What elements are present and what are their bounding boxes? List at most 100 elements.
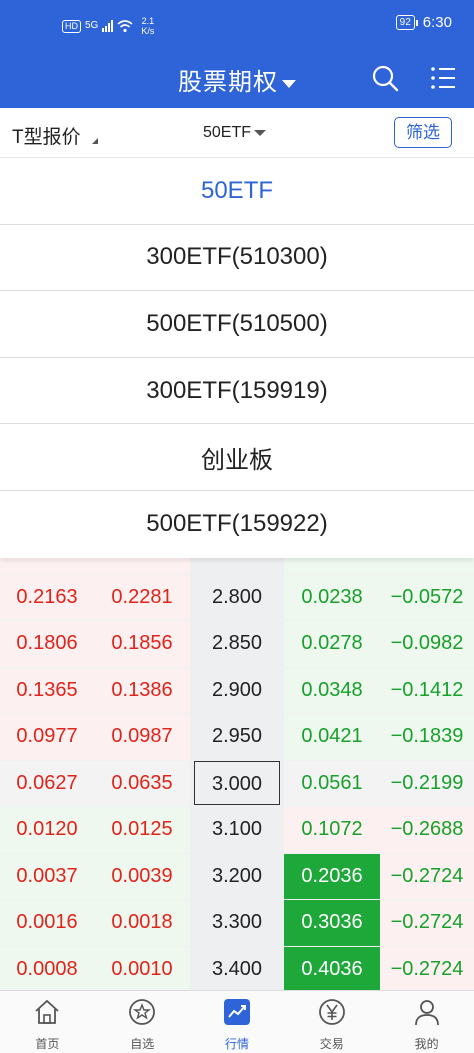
- chart-icon: [222, 997, 252, 1032]
- table-row[interactable]: 0.1806 0.1856 2.850 0.0278 −0.0982: [0, 620, 474, 667]
- call-ask-cell[interactable]: 0.1386: [94, 667, 190, 713]
- strike-cell-value: 3.100: [211, 818, 263, 841]
- battery-icon: 92: [395, 15, 418, 30]
- put-bid-cell-value: 0.0561: [301, 771, 363, 794]
- put-bid-cell-value: 0.0348: [301, 678, 363, 701]
- dropdown-item[interactable]: 创业板: [0, 424, 474, 491]
- put-bid-cell-value: 0.1072: [301, 818, 363, 841]
- put-ask-cell-value: −0.1839: [390, 725, 464, 748]
- put-ask-cell[interactable]: −0.2199: [380, 760, 474, 806]
- put-ask-cell[interactable]: −0.2724: [380, 900, 474, 946]
- underlying-selected: 50ETF: [203, 124, 252, 141]
- nav-item-user[interactable]: 我的: [379, 991, 474, 1053]
- nav-item-chart[interactable]: 行情: [190, 991, 285, 1053]
- strike-cell[interactable]: 3.200: [190, 853, 284, 899]
- call-bid-cell[interactable]: 0.1365: [0, 667, 94, 713]
- strike-cell-value: 2.850: [211, 632, 263, 655]
- table-row[interactable]: 0.0008 0.0010 3.400 0.4036 −0.2724: [0, 945, 474, 990]
- call-bid-cell[interactable]: 0.0977: [0, 714, 94, 760]
- dropdown-item[interactable]: 300ETF(510300): [0, 225, 474, 292]
- call-ask-cell[interactable]: 0.2281: [94, 574, 190, 620]
- strike-cell-value: 2.950: [211, 725, 263, 748]
- table-row[interactable]: 0.2163 0.2281 2.800 0.0238 −0.0572: [0, 573, 474, 620]
- call-ask-cell[interactable]: 0.1856: [94, 621, 190, 667]
- put-ask-cell[interactable]: −0.0982: [380, 621, 474, 667]
- call-ask-cell[interactable]: 0.0987: [94, 714, 190, 760]
- put-bid-cell[interactable]: 0.4036: [284, 946, 380, 990]
- call-bid-cell[interactable]: 0.2163: [0, 574, 94, 620]
- corner-triangle-icon: [92, 138, 98, 144]
- filter-button[interactable]: 筛选: [394, 117, 452, 148]
- page-title-dropdown[interactable]: 股票期权: [0, 62, 474, 97]
- call-bid-cell[interactable]: 0.0008: [0, 946, 94, 990]
- table-row[interactable]: 0.0120 0.0125 3.100 0.1072 −0.2688: [0, 806, 474, 853]
- put-bid-cell-value: 0.0278: [301, 632, 363, 655]
- strike-cell[interactable]: 2.800: [190, 574, 284, 620]
- strike-cell[interactable]: 2.850: [190, 621, 284, 667]
- strike-cell[interactable]: 3.000: [190, 760, 284, 806]
- dropdown-item[interactable]: 500ETF(510500): [0, 291, 474, 358]
- call-bid-cell-value: 0.2163: [16, 585, 78, 608]
- underlying-dropdown: 50ETF 300ETF(510300) 500ETF(510500) 300ETF(…: [0, 158, 474, 558]
- nav-label: 我的: [414, 1037, 439, 1051]
- call-ask-cell-value: 0.0635: [111, 771, 173, 794]
- t-quote-table: 0.25290.27002.7500.0177-0.02570.21630.22…: [0, 527, 474, 990]
- nav-item-home[interactable]: 首页: [0, 991, 95, 1053]
- put-bid-cell[interactable]: 0.3036: [284, 900, 380, 946]
- call-ask-cell[interactable]: 0.0635: [94, 760, 190, 806]
- put-ask-cell[interactable]: −0.2724: [380, 853, 474, 899]
- view-mode-selector[interactable]: T型报价: [12, 122, 81, 149]
- table-row[interactable]: 0.0037 0.0039 3.200 0.2036 −0.2724: [0, 852, 474, 899]
- nav-label: 交易: [319, 1037, 344, 1051]
- table-row[interactable]: 0.1365 0.1386 2.900 0.0348 −0.1412: [0, 666, 474, 713]
- call-bid-cell[interactable]: 0.0120: [0, 807, 94, 853]
- call-ask-cell[interactable]: 0.0125: [94, 807, 190, 853]
- put-ask-cell-value: −0.2724: [390, 957, 464, 980]
- put-bid-cell[interactable]: 0.1072: [284, 807, 380, 853]
- list-menu-icon[interactable]: [430, 66, 456, 90]
- call-bid-cell-value: 0.0120: [16, 818, 78, 841]
- put-ask-cell[interactable]: −0.2724: [380, 946, 474, 990]
- put-bid-cell-value: 0.0421: [301, 725, 363, 748]
- put-bid-cell[interactable]: 0.0278: [284, 621, 380, 667]
- call-bid-cell-value: 0.0977: [16, 725, 78, 748]
- strike-cell[interactable]: 2.950: [190, 714, 284, 760]
- put-ask-cell[interactable]: −0.0572: [380, 574, 474, 620]
- strike-cell[interactable]: 3.100: [190, 807, 284, 853]
- strike-cell-value: 3.300: [211, 911, 263, 934]
- nav-item-yen[interactable]: 交易: [284, 991, 379, 1053]
- strike-cell[interactable]: 3.300: [190, 900, 284, 946]
- strike-cell[interactable]: 3.400: [190, 946, 284, 990]
- bottom-nav: 首页 自选 行情 交易 我的: [0, 990, 474, 1053]
- put-bid-cell[interactable]: 0.0238: [284, 574, 380, 620]
- call-ask-cell[interactable]: 0.0039: [94, 853, 190, 899]
- dropdown-item[interactable]: 300ETF(159919): [0, 358, 474, 425]
- nav-item-star[interactable]: 自选: [95, 991, 190, 1053]
- put-bid-cell[interactable]: 0.0561: [284, 760, 380, 806]
- put-ask-cell-value: −0.0572: [390, 585, 464, 608]
- put-ask-cell[interactable]: −0.1839: [380, 714, 474, 760]
- table-row[interactable]: 0.0627 0.0635 3.000 0.0561 −0.2199: [0, 759, 474, 806]
- call-ask-cell[interactable]: 0.0010: [94, 946, 190, 990]
- table-row[interactable]: 0.0016 0.0018 3.300 0.3036 −0.2724: [0, 899, 474, 946]
- call-ask-cell[interactable]: 0.0018: [94, 900, 190, 946]
- put-ask-cell[interactable]: −0.1412: [380, 667, 474, 713]
- put-bid-cell[interactable]: 0.2036: [284, 853, 380, 899]
- call-bid-cell[interactable]: 0.0627: [0, 760, 94, 806]
- call-bid-cell[interactable]: 0.0016: [0, 900, 94, 946]
- search-icon[interactable]: [371, 64, 399, 92]
- table-row[interactable]: 0.0977 0.0987 2.950 0.0421 −0.1839: [0, 713, 474, 760]
- put-ask-cell[interactable]: −0.2688: [380, 807, 474, 853]
- call-bid-cell[interactable]: 0.1806: [0, 621, 94, 667]
- dropdown-item[interactable]: 50ETF: [0, 158, 474, 225]
- net-speed-unit: K/s: [141, 26, 155, 36]
- call-bid-cell-value: 0.1365: [16, 678, 78, 701]
- dropdown-item[interactable]: 500ETF(159922): [0, 491, 474, 558]
- call-ask-cell-value: 0.0010: [111, 957, 173, 980]
- put-bid-cell[interactable]: 0.0421: [284, 714, 380, 760]
- underlying-selector[interactable]: 50ETF: [203, 124, 267, 142]
- put-bid-cell[interactable]: 0.0348: [284, 667, 380, 713]
- call-bid-cell[interactable]: 0.0037: [0, 853, 94, 899]
- strike-cell[interactable]: 2.900: [190, 667, 284, 713]
- strike-cell-value: 3.000: [193, 761, 281, 806]
